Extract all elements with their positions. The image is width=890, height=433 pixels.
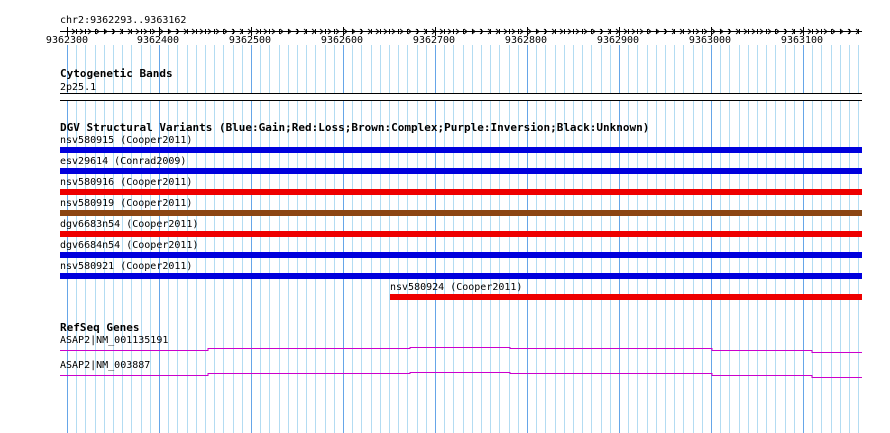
gene-models[interactable] [0, 0, 890, 433]
gene-intron-line[interactable] [60, 372, 862, 378]
genome-browser-view: chr2:9362293..9363162 9362300 9362400 93… [0, 0, 890, 433]
gene-intron-line[interactable] [60, 347, 862, 353]
